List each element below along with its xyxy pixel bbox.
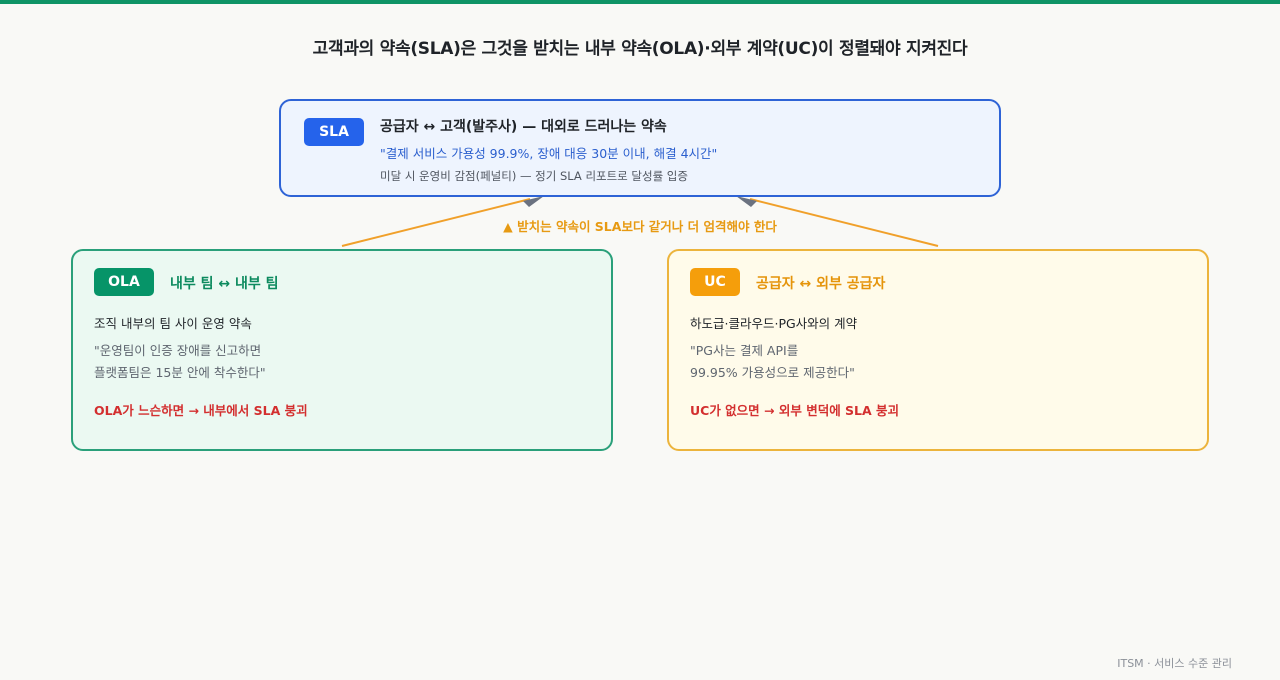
ola-warning: OLA가 느슨하면 → 내부에서 SLA 붕괴 [94,403,308,418]
ola-heading: 내부 팀 ↔ 내부 팀 [170,276,279,292]
ola-description: 조직 내부의 팀 사이 운영 약속 [94,316,252,331]
uc-description: 하도급·클라우드·PG사와의 계약 [690,316,858,331]
uc-quote-line-2: 99.95% 가용성으로 제공한다" [690,365,855,380]
footer-caption: ITSM · 서비스 수준 관리 [1117,657,1232,670]
ola-badge: OLA [94,268,154,296]
ola-quote-line-1: "운영팀이 인증 장애를 신고하면 [94,343,262,358]
sla-badge: SLA [304,118,364,146]
sla-heading: 공급자 ↔ 고객(발주사) — 대외로 드러나는 약속 [380,119,667,135]
uc-badge: UC [690,268,740,296]
ola-arrowhead [523,196,544,207]
uc-arrowhead [736,196,757,207]
ola-quote-line-2: 플랫폼팀은 15분 안에 착수한다" [94,365,266,380]
sla-note: 미달 시 운영비 감점(페널티) — 정기 SLA 리포트로 달성률 입증 [380,169,688,183]
uc-quote: "PG사는 결제 API를 99.95% 가용성으로 제공한다" [690,340,855,384]
uc-quote-line-1: "PG사는 결제 API를 [690,343,799,358]
uc-card: UC 공급자 ↔ 외부 공급자 하도급·클라우드·PG사와의 계약 "PG사는 … [667,249,1209,451]
ola-card: OLA 내부 팀 ↔ 내부 팀 조직 내부의 팀 사이 운영 약속 "운영팀이 … [71,249,613,451]
support-label: ▲ 받치는 약속이 SLA보다 같거나 더 엄격해야 한다 [503,219,777,234]
sla-card: SLA 공급자 ↔ 고객(발주사) — 대외로 드러나는 약속 "결제 서비스 … [279,99,1001,197]
uc-warning: UC가 없으면 → 외부 변덕에 SLA 붕괴 [690,403,900,418]
sla-quote: "결제 서비스 가용성 99.9%, 장애 대응 30분 이내, 해결 4시간" [380,146,718,161]
ola-quote: "운영팀이 인증 장애를 신고하면 플랫폼팀은 15분 안에 착수한다" [94,340,266,384]
uc-heading: 공급자 ↔ 외부 공급자 [756,276,886,292]
